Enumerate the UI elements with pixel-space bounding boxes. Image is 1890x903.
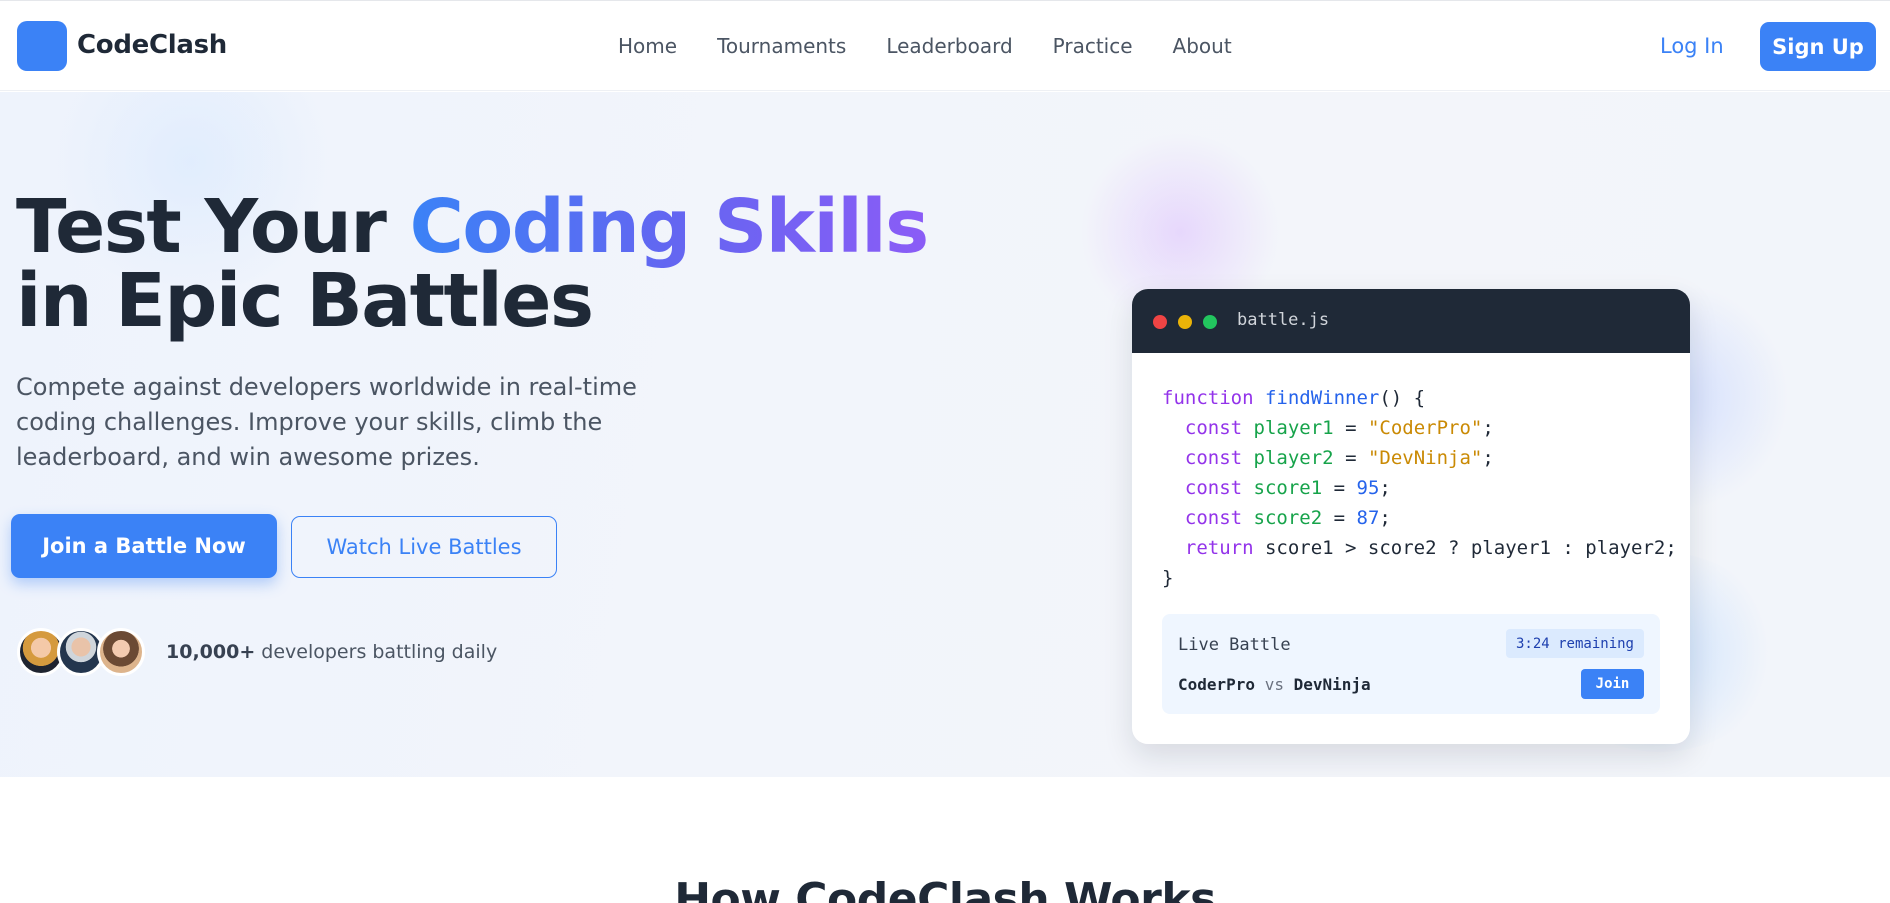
window-minimize-dot-icon [1178,315,1192,329]
hero-section: Test Your Coding Skills in Epic Battles C… [0,92,1890,777]
avatar [97,628,145,676]
player1-name: CoderPro [1178,675,1256,694]
nav-link-home[interactable]: Home [618,34,677,58]
hero-subtext: Compete against developers worldwide in … [16,373,637,471]
top-navbar: CodeClash Home Tournaments Leaderboard P… [0,0,1890,91]
live-battle-panel: Live Battle 3:24 remaining CoderPro vs D… [1162,614,1660,714]
how-it-works-heading: How CodeClash Works [674,874,1216,903]
code-snippet: function findWinner() { const player1 = … [1162,387,1677,589]
battle-matchup: CoderPro vs DevNinja [1178,675,1371,694]
hero-headline: Test Your Coding Skills in Epic Battles [16,190,929,338]
nav-link-practice[interactable]: Practice [1053,34,1133,58]
headline-part2: in Epic Battles [16,258,594,344]
social-text: developers battling daily [255,641,498,663]
battle-timer-badge: 3:24 remaining [1505,629,1644,658]
window-maximize-dot-icon [1203,315,1217,329]
social-count: 10,000+ [166,641,256,663]
nav-link-leaderboard[interactable]: Leaderboard [886,34,1012,58]
live-battle-label: Live Battle [1178,635,1291,655]
editor-filename: battle.js [1237,310,1330,330]
code-editor-card: battle.js function findWinner() { const … [1132,289,1690,744]
vs-label: vs [1264,675,1284,694]
join-battle-small-button[interactable]: Join [1581,669,1644,699]
signup-button[interactable]: Sign Up [1760,22,1876,71]
nav-link-about[interactable]: About [1173,34,1232,58]
watch-live-battles-button[interactable]: Watch Live Battles [291,516,557,578]
nav-link-tournaments[interactable]: Tournaments [717,34,846,58]
join-battle-button[interactable]: Join a Battle Now [11,514,277,578]
window-close-dot-icon [1153,315,1167,329]
brand-logo-icon[interactable] [17,21,67,71]
avatar-group [17,628,147,676]
editor-titlebar: battle.js [1132,289,1690,353]
login-link[interactable]: Log In [1660,34,1724,58]
player2-name: DevNinja [1293,675,1371,694]
main-nav: Home Tournaments Leaderboard Practice Ab… [618,34,1272,58]
social-proof: 10,000+ developers battling daily [166,641,497,663]
brand-name[interactable]: CodeClash [77,30,227,60]
